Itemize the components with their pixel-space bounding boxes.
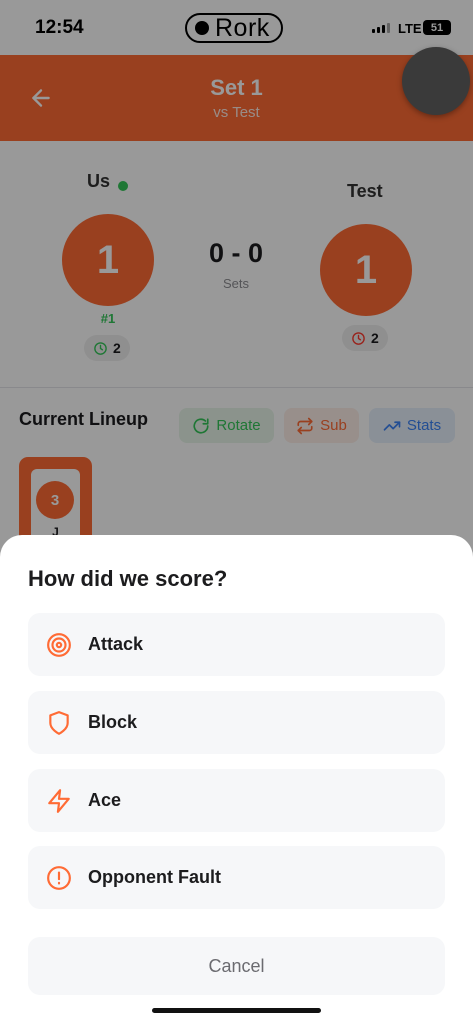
option-block[interactable]: Block [28,691,445,754]
home-indicator[interactable] [152,1008,321,1013]
lightning-icon [45,787,73,815]
option-opponent-fault[interactable]: Opponent Fault [28,846,445,909]
option-label: Attack [88,634,144,654]
option-label: Opponent Fault [88,867,221,887]
sheet-title: How did we score? [28,566,228,591]
option-label: Ace [88,790,122,810]
option-attack[interactable]: Attack [28,613,445,676]
shield-icon [45,709,73,737]
alert-circle-icon [45,864,73,892]
option-ace[interactable]: Ace [28,769,445,832]
target-icon [45,631,73,659]
option-label: Block [88,712,138,732]
cancel-button[interactable]: Cancel [28,937,445,995]
floating-assistant-button[interactable] [402,47,470,115]
score-type-sheet: How did we score? Attack Block Ace Oppon… [0,535,473,1024]
